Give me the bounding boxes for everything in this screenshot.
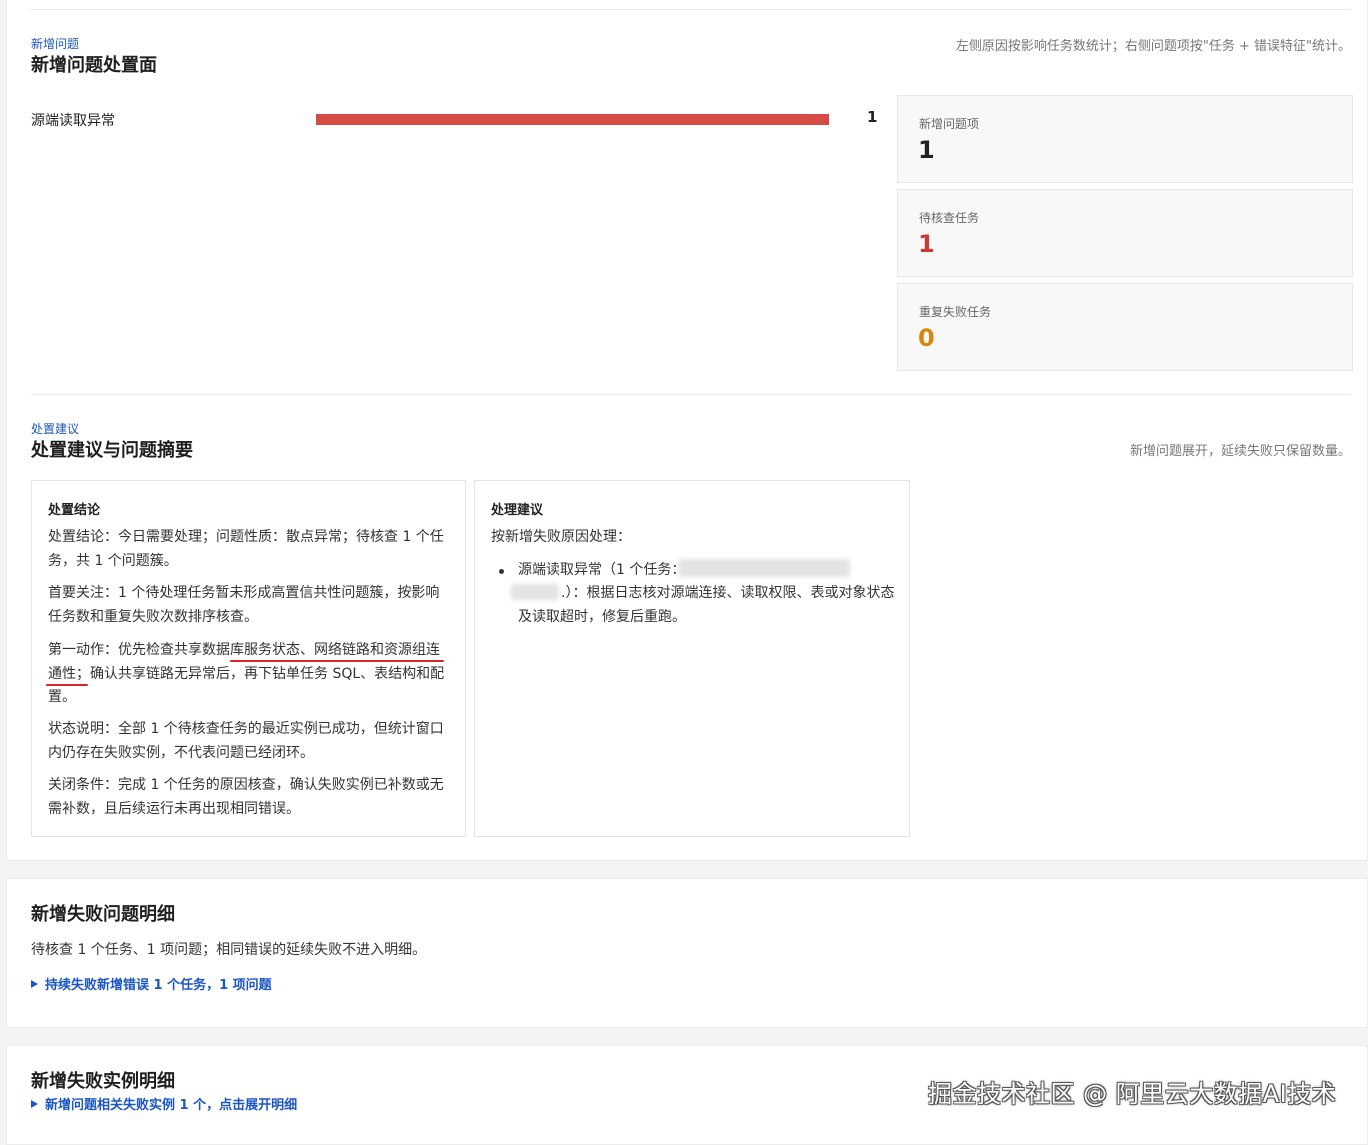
focus-paragraph: 首要关注：1 个待处理任务暂未形成高置信共性问题簇，按影响任务数和重复失败次数排… [48,585,440,625]
bar-value: 1 [867,108,878,126]
stat-label: 待核查任务 [919,211,980,225]
bar-track [316,114,829,125]
failure-detail-title: 新增失败问题明细 [31,904,175,925]
close-condition-paragraph: 关闭条件：完成 1 个任务的原因核查，确认失败实例已补数或无需补数，且后续运行未… [48,777,444,817]
advice-hint: 新增问题展开，延续失败只保留数量。 [1129,444,1351,459]
stat-value: 1 [918,136,935,164]
suggestion-panel: 处理建议 按新增失败原因处理： 源端读取异常（1 个任务： .）：根据日志核对源… [474,480,910,837]
top-divider [31,9,1351,10]
suggestion-title: 处理建议 [491,503,544,518]
bar-fill [316,114,829,125]
section-divider [31,394,1351,395]
suggestion-item-tail: .）：根据日志核对源端连接、读取权限、表或对象状态及读取超时，修复后重跑。 [518,585,895,625]
instance-detail-title: 新增失败实例明细 [31,1071,175,1092]
stat-label: 重复失败任务 [919,305,992,319]
stat-label: 新增问题项 [919,117,980,131]
new-issues-eyebrow: 新增问题 [31,37,80,51]
bullet-icon [499,569,504,574]
stat-card-new-issues: 新增问题项 1 [897,95,1353,183]
new-issues-title: 新增问题处置面 [31,55,157,76]
stat-value: 1 [918,230,935,258]
failure-detail-link-text: 持续失败新增错误 1 个任务，1 项问题 [45,978,272,993]
failure-detail-card: 新增失败问题明细 待核查 1 个任务、1 项问题；相同错误的延续失败不进入明细。… [6,878,1368,1028]
expand-triangle-icon [31,980,38,988]
conclusion-title: 处置结论 [48,503,101,518]
highlight-underline [46,684,88,686]
conclusion-paragraph: 处置结论：今日需要处理；问题性质：散点异常；待核查 1 个任务，共 1 个问题簇… [48,529,444,569]
advice-eyebrow: 处置建议 [31,422,80,436]
suggestion-item-head: 源端读取异常（1 个任务： [518,562,686,578]
instance-detail-expand-link[interactable]: 新增问题相关失败实例 1 个，点击展开明细 [31,1094,297,1113]
redacted-task-name [678,559,850,577]
failure-detail-summary: 待核查 1 个任务、1 项问题；相同错误的延续失败不进入明细。 [31,942,427,958]
watermark: 掘金技术社区 @ 阿里云大数据AI技术 [928,1080,1337,1108]
stat-value: 0 [918,324,935,352]
first-action-paragraph: 第一动作：优先检查共享数据库服务状态、网络链路和资源组连通性；确认共享链路无异常… [48,642,445,705]
advice-title: 处置建议与问题摘要 [31,440,193,461]
suggestion-intro: 按新增失败原因处理： [491,529,631,545]
status-paragraph: 状态说明：全部 1 个待核查任务的最近实例已成功，但统计窗口内仍存在失败实例，不… [48,721,444,761]
issues-card: 新增问题 新增问题处置面 左侧原因按影响任务数统计；右侧问题项按"任务 + 错误… [6,0,1368,861]
bar-label: 源端读取异常 [31,113,115,129]
conclusion-panel: 处置结论 处置结论：今日需要处理；问题性质：散点异常；待核查 1 个任务，共 1… [31,480,466,837]
expand-triangle-icon [31,1100,38,1108]
stat-card-pending-tasks: 待核查任务 1 [897,189,1353,277]
failure-detail-expand-link[interactable]: 持续失败新增错误 1 个任务，1 项问题 [31,974,272,993]
highlight-underline [230,660,444,662]
stat-card-repeat-failures: 重复失败任务 0 [897,283,1353,371]
new-issues-hint: 左侧原因按影响任务数统计；右侧问题项按"任务 + 错误特征"统计。 [955,39,1351,54]
instance-detail-link-text: 新增问题相关失败实例 1 个，点击展开明细 [45,1098,298,1113]
